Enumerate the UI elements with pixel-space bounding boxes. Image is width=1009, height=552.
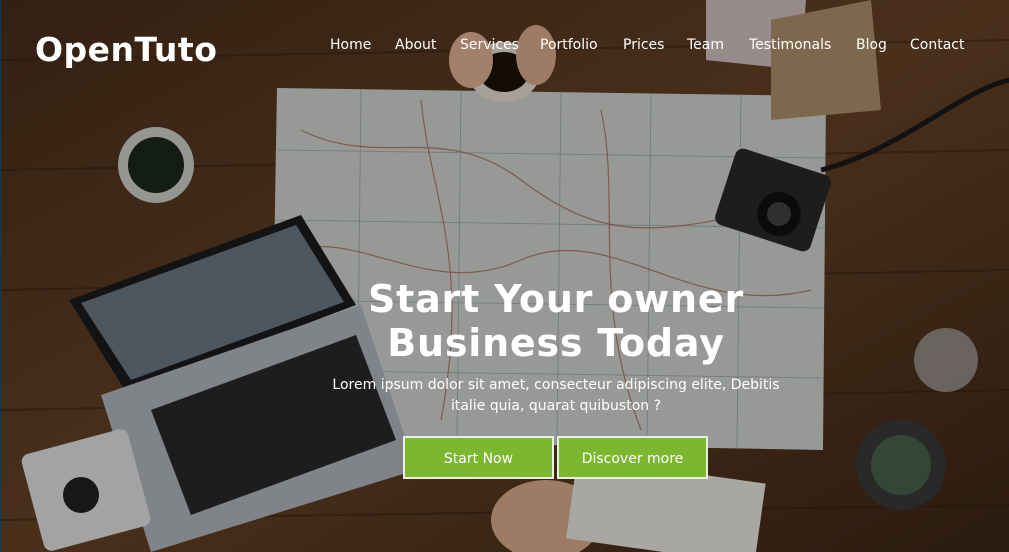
- discover-more-button[interactable]: Discover more: [557, 436, 708, 479]
- nav-item-testimonals[interactable]: Testimonals: [749, 36, 856, 54]
- nav-item-blog[interactable]: Blog: [856, 36, 910, 54]
- nav-item-about[interactable]: About: [395, 36, 460, 54]
- hero-headline-line1: Start Your owner: [367, 277, 745, 321]
- hero-section: OpenTuto Home About Services Portfolio P…: [0, 0, 1009, 552]
- hero-headline-line2: Business Today: [387, 321, 725, 365]
- nav-item-portfolio[interactable]: Portfolio: [540, 36, 623, 54]
- main-nav: Home About Services Portfolio Prices Tea…: [330, 36, 970, 54]
- nav-item-services[interactable]: Services: [460, 36, 540, 54]
- hero-subtext-line1: Lorem ipsum dolor sit amet, consecteur a…: [332, 377, 780, 393]
- hero-subtext-line2: italie quia, quarat quibuston ?: [450, 398, 662, 414]
- hero-subtext: Lorem ipsum dolor sit amet, consecteur a…: [301, 375, 811, 417]
- start-now-button[interactable]: Start Now: [403, 436, 554, 479]
- brand-logo[interactable]: OpenTuto: [35, 30, 217, 69]
- hero-headline: Start Your owner Business Today: [291, 277, 821, 365]
- nav-item-team[interactable]: Team: [687, 36, 749, 54]
- nav-item-prices[interactable]: Prices: [623, 36, 687, 54]
- nav-item-home[interactable]: Home: [330, 36, 395, 54]
- nav-item-contact[interactable]: Contact: [910, 36, 970, 54]
